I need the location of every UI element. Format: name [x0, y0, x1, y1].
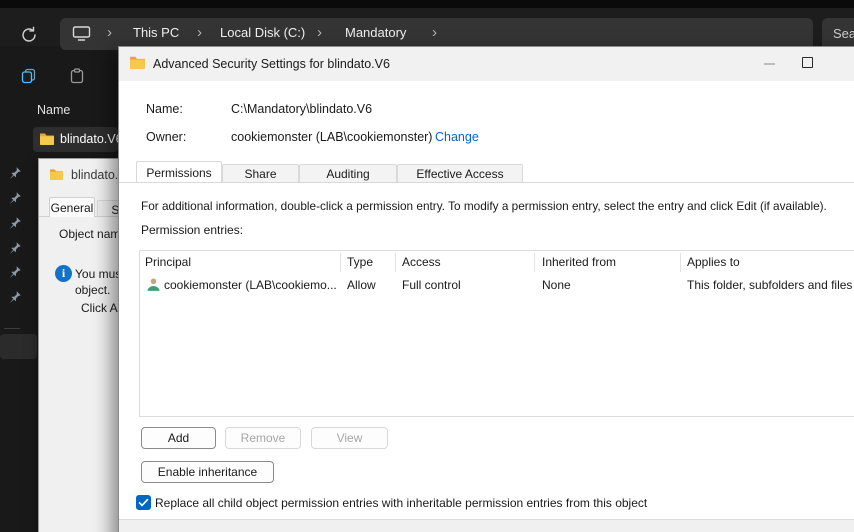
folder-icon: [49, 167, 64, 185]
maximize-icon[interactable]: [802, 57, 813, 68]
folder-icon: [39, 132, 55, 150]
add-button[interactable]: Add: [141, 427, 216, 449]
pushpin-icon[interactable]: [8, 166, 22, 180]
chevron-right-icon: ›: [317, 24, 322, 41]
explorer-navigation-bar: › This PC › Local Disk (C:) › Mandatory …: [0, 8, 854, 50]
change-owner-link[interactable]: Change: [435, 130, 479, 144]
cell-type: Allow: [347, 278, 376, 292]
tab-share[interactable]: Share: [222, 164, 299, 182]
refresh-icon[interactable]: [20, 26, 38, 44]
pushpin-icon[interactable]: [8, 290, 22, 304]
name-value: C:\Mandatory\blindato.V6: [231, 102, 373, 116]
cell-access: Full control: [402, 278, 461, 292]
file-row-blindato[interactable]: blindato.V6: [33, 127, 123, 152]
tab-permissions[interactable]: Permissions: [136, 161, 222, 182]
permission-entries-label: Permission entries:: [141, 223, 244, 237]
paste-icon[interactable]: [69, 68, 85, 89]
replace-checkbox-label[interactable]: Replace all child object permission entr…: [155, 496, 647, 510]
view-button[interactable]: View: [311, 427, 388, 449]
info-icon: i: [55, 265, 72, 282]
owner-value: cookiemonster (LAB\cookiemonster): [231, 130, 433, 144]
folder-icon: [129, 55, 146, 74]
sidebar-divider: [4, 328, 20, 329]
pushpin-icon[interactable]: [8, 241, 22, 255]
tab-strip-border: [119, 182, 854, 183]
advanced-security-dialog: Advanced Security Settings for blindato.…: [118, 46, 854, 532]
sidebar-selected-item[interactable]: [0, 334, 37, 359]
column-inherited-from[interactable]: Inherited from: [542, 255, 616, 269]
cell-applies-to: This folder, subfolders and files: [687, 278, 853, 292]
pushpin-icon[interactable]: [8, 191, 22, 205]
breadcrumb-mandatory[interactable]: Mandatory: [345, 25, 406, 40]
breadcrumb-this-pc[interactable]: This PC: [133, 25, 179, 40]
replace-permissions-checkbox[interactable]: [136, 495, 151, 510]
permission-entry-row[interactable]: cookiemonster (LAB\cookiemo... Allow Ful…: [140, 274, 854, 297]
this-pc-icon: [72, 25, 91, 47]
column-principal[interactable]: Principal: [145, 255, 191, 269]
chevron-right-icon: ›: [197, 24, 202, 41]
enable-inheritance-button[interactable]: Enable inheritance: [141, 461, 274, 483]
column-access[interactable]: Access: [402, 255, 441, 269]
cell-inherited-from: None: [542, 278, 571, 292]
instructions-text: For additional information, double-click…: [141, 199, 827, 213]
tab-effective-access[interactable]: Effective Access: [397, 164, 523, 182]
remove-button[interactable]: Remove: [225, 427, 301, 449]
dialog-title: Advanced Security Settings for blindato.…: [153, 57, 390, 71]
info-text-line2: object.: [75, 283, 111, 297]
column-applies-to[interactable]: Applies to: [687, 255, 740, 269]
column-separator: [340, 253, 341, 272]
tab-auditing[interactable]: Auditing: [299, 164, 397, 182]
column-separator: [534, 253, 535, 272]
breadcrumb-local-disk[interactable]: Local Disk (C:): [220, 25, 305, 40]
column-separator: [395, 253, 396, 272]
pushpin-icon[interactable]: [8, 265, 22, 279]
file-name-label: blindato.V6: [60, 132, 123, 146]
copy-icon[interactable]: [21, 68, 37, 89]
window-top-strip: [0, 0, 854, 8]
permission-entries-table: Principal Type Access Inherited from App…: [139, 250, 854, 417]
chevron-right-icon: ›: [432, 24, 437, 41]
name-label: Name:: [146, 102, 183, 116]
dialog-title-bar[interactable]: Advanced Security Settings for blindato.…: [119, 47, 854, 81]
search-placeholder: Sea: [833, 26, 854, 41]
screen: › This PC › Local Disk (C:) › Mandatory …: [0, 0, 854, 532]
checkmark-icon: [138, 498, 149, 507]
cell-principal: cookiemonster (LAB\cookiemo...: [164, 278, 337, 292]
user-icon: [146, 277, 161, 297]
minimize-icon[interactable]: [764, 63, 775, 65]
tab-general[interactable]: General: [49, 197, 95, 217]
owner-label: Owner:: [146, 130, 187, 144]
chevron-right-icon: ›: [107, 24, 112, 41]
dialog-footer: [119, 519, 854, 532]
pushpin-icon[interactable]: [8, 216, 22, 230]
info-text-line1: You mus: [75, 267, 122, 281]
table-header-row[interactable]: Principal Type Access Inherited from App…: [140, 251, 854, 274]
file-list-name-column[interactable]: Name: [37, 103, 70, 117]
object-name-label: Object name: [59, 227, 128, 241]
column-separator: [680, 253, 681, 272]
column-type[interactable]: Type: [347, 255, 373, 269]
